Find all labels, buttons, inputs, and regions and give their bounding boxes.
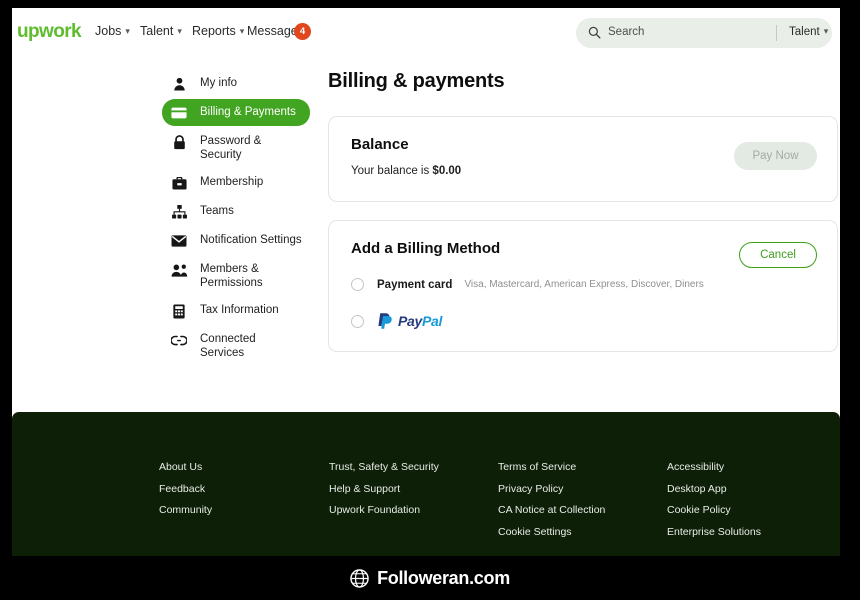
sidebar-item-members-permissions-label: Members & Permissions [200,261,302,290]
page-title: Billing & payments [328,70,838,93]
footer-column-1: About Us Feedback Community [159,461,212,526]
sidebar-item-tax-information-label: Tax Information [200,302,279,317]
watermark-text: Followeran.com [377,568,510,589]
envelope-icon [170,233,188,249]
cancel-button[interactable]: Cancel [739,242,817,268]
sidebar-item-membership[interactable]: Membership [162,169,310,196]
sidebar-item-tax-information[interactable]: Tax Information [162,297,310,324]
footer-link-desktop-app[interactable]: Desktop App [667,483,761,495]
nav-item-reports[interactable]: Reports ▾ [192,24,244,38]
upwork-logo[interactable]: upwork [17,21,81,43]
watermark-bar: Followeran.com [0,556,860,600]
messages-unread-badge: 4 [294,23,311,40]
sidebar-item-connected-services-label: Connected Services [200,331,302,360]
sidebar-item-my-info-label: My info [200,75,237,90]
search-bar[interactable]: Search Talent ▾ [576,18,832,48]
screenshot-frame: upwork Jobs▾ Talent▾ Reports▾ Messages 4 [0,0,860,600]
payment-option-paypal[interactable]: PayPal [351,312,815,330]
nav-item-talent[interactable]: Talent ▾ [140,24,182,38]
browser-page: upwork Jobs▾ Talent▾ Reports▾ Messages 4 [12,8,840,564]
sidebar-item-members-permissions[interactable]: Members & Permissions [162,256,310,295]
chevron-down-icon: ▾ [824,26,829,37]
sidebar-item-password-security[interactable]: Password & Security [162,128,310,167]
payment-option-payment-card[interactable]: Payment card Visa, Mastercard, American … [351,278,815,291]
sidebar-item-notification-settings[interactable]: Notification Settings [162,227,310,254]
sidebar-item-billing-payments-label: Billing & Payments [200,104,296,119]
sidebar-item-membership-label: Membership [200,174,263,189]
chevron-down-icon: ▾ [177,26,182,37]
radio-payment-card[interactable] [351,278,364,291]
footer-link-community[interactable]: Community [159,504,212,516]
footer-link-cookie-settings[interactable]: Cookie Settings [498,526,605,538]
paypal-logo-pay: Pay [398,313,422,329]
sidebar-item-password-security-label: Password & Security [200,133,302,162]
link-icon [170,332,188,348]
chevron-down-icon: ▾ [240,26,245,37]
main-content: Billing & payments Balance Your balance … [328,70,838,370]
pay-now-button[interactable]: Pay Now [734,142,817,170]
search-icon [588,26,601,39]
footer-link-enterprise-solutions[interactable]: Enterprise Solutions [667,526,761,538]
footer-link-ca-notice-at-collection[interactable]: CA Notice at Collection [498,504,605,516]
sidebar-item-notification-settings-label: Notification Settings [200,232,302,247]
paypal-logo-pal: Pal [422,313,442,329]
sidebar-item-teams-label: Teams [200,203,234,218]
lock-icon [170,134,188,150]
membership-card-icon [170,175,188,191]
footer-link-trust-safety-security[interactable]: Trust, Safety & Security [329,461,439,473]
search-input[interactable]: Search [608,26,644,38]
balance-text-prefix: Your balance is [351,165,432,177]
sidebar-item-teams[interactable]: Teams [162,198,310,225]
footer-column-3: Terms of Service Privacy Policy CA Notic… [498,461,605,547]
nav-item-talent-label: Talent [140,24,173,38]
balance-amount: $0.00 [432,165,461,177]
search-divider [776,25,777,41]
person-icon [170,76,188,92]
settings-sidebar: My info Billing & Payments [162,70,310,367]
site-footer: About Us Feedback Community Trust, Safet… [12,412,840,564]
credit-card-icon [170,105,188,121]
sidebar-item-my-info[interactable]: My info [162,70,310,97]
footer-link-terms-of-service[interactable]: Terms of Service [498,461,605,473]
balance-card: Balance Your balance is $0.00 Pay Now [328,116,838,202]
add-billing-method-card: Add a Billing Method Cancel Payment card… [328,220,838,352]
footer-link-accessibility[interactable]: Accessibility [667,461,761,473]
sidebar-item-billing-payments[interactable]: Billing & Payments [162,99,310,126]
search-scope-label: Talent [789,26,820,38]
footer-column-4: Accessibility Desktop App Cookie Policy … [667,461,761,547]
people-icon [170,262,188,278]
nav-item-reports-label: Reports [192,24,236,38]
radio-paypal[interactable] [351,315,364,328]
footer-link-privacy-policy[interactable]: Privacy Policy [498,483,605,495]
nav-item-jobs[interactable]: Jobs ▾ [95,24,130,38]
globe-icon [350,569,369,588]
sidebar-item-connected-services[interactable]: Connected Services [162,326,310,365]
footer-link-about-us[interactable]: About Us [159,461,212,473]
org-chart-icon [170,204,188,220]
footer-link-help-support[interactable]: Help & Support [329,483,439,495]
nav-item-jobs-label: Jobs [95,24,121,38]
payment-card-label: Payment card [377,279,452,291]
paypal-logo: PayPal [377,312,442,330]
top-navigation-bar: upwork Jobs▾ Talent▾ Reports▾ Messages 4 [12,8,840,60]
calculator-icon [170,303,188,319]
footer-link-cookie-policy[interactable]: Cookie Policy [667,504,761,516]
footer-link-upwork-foundation[interactable]: Upwork Foundation [329,504,439,516]
payment-card-sublabel: Visa, Mastercard, American Express, Disc… [464,279,703,290]
chevron-down-icon: ▾ [125,26,130,37]
footer-link-feedback[interactable]: Feedback [159,483,212,495]
search-scope-dropdown[interactable]: Talent ▾ [789,26,828,38]
footer-column-2: Trust, Safety & Security Help & Support … [329,461,439,526]
